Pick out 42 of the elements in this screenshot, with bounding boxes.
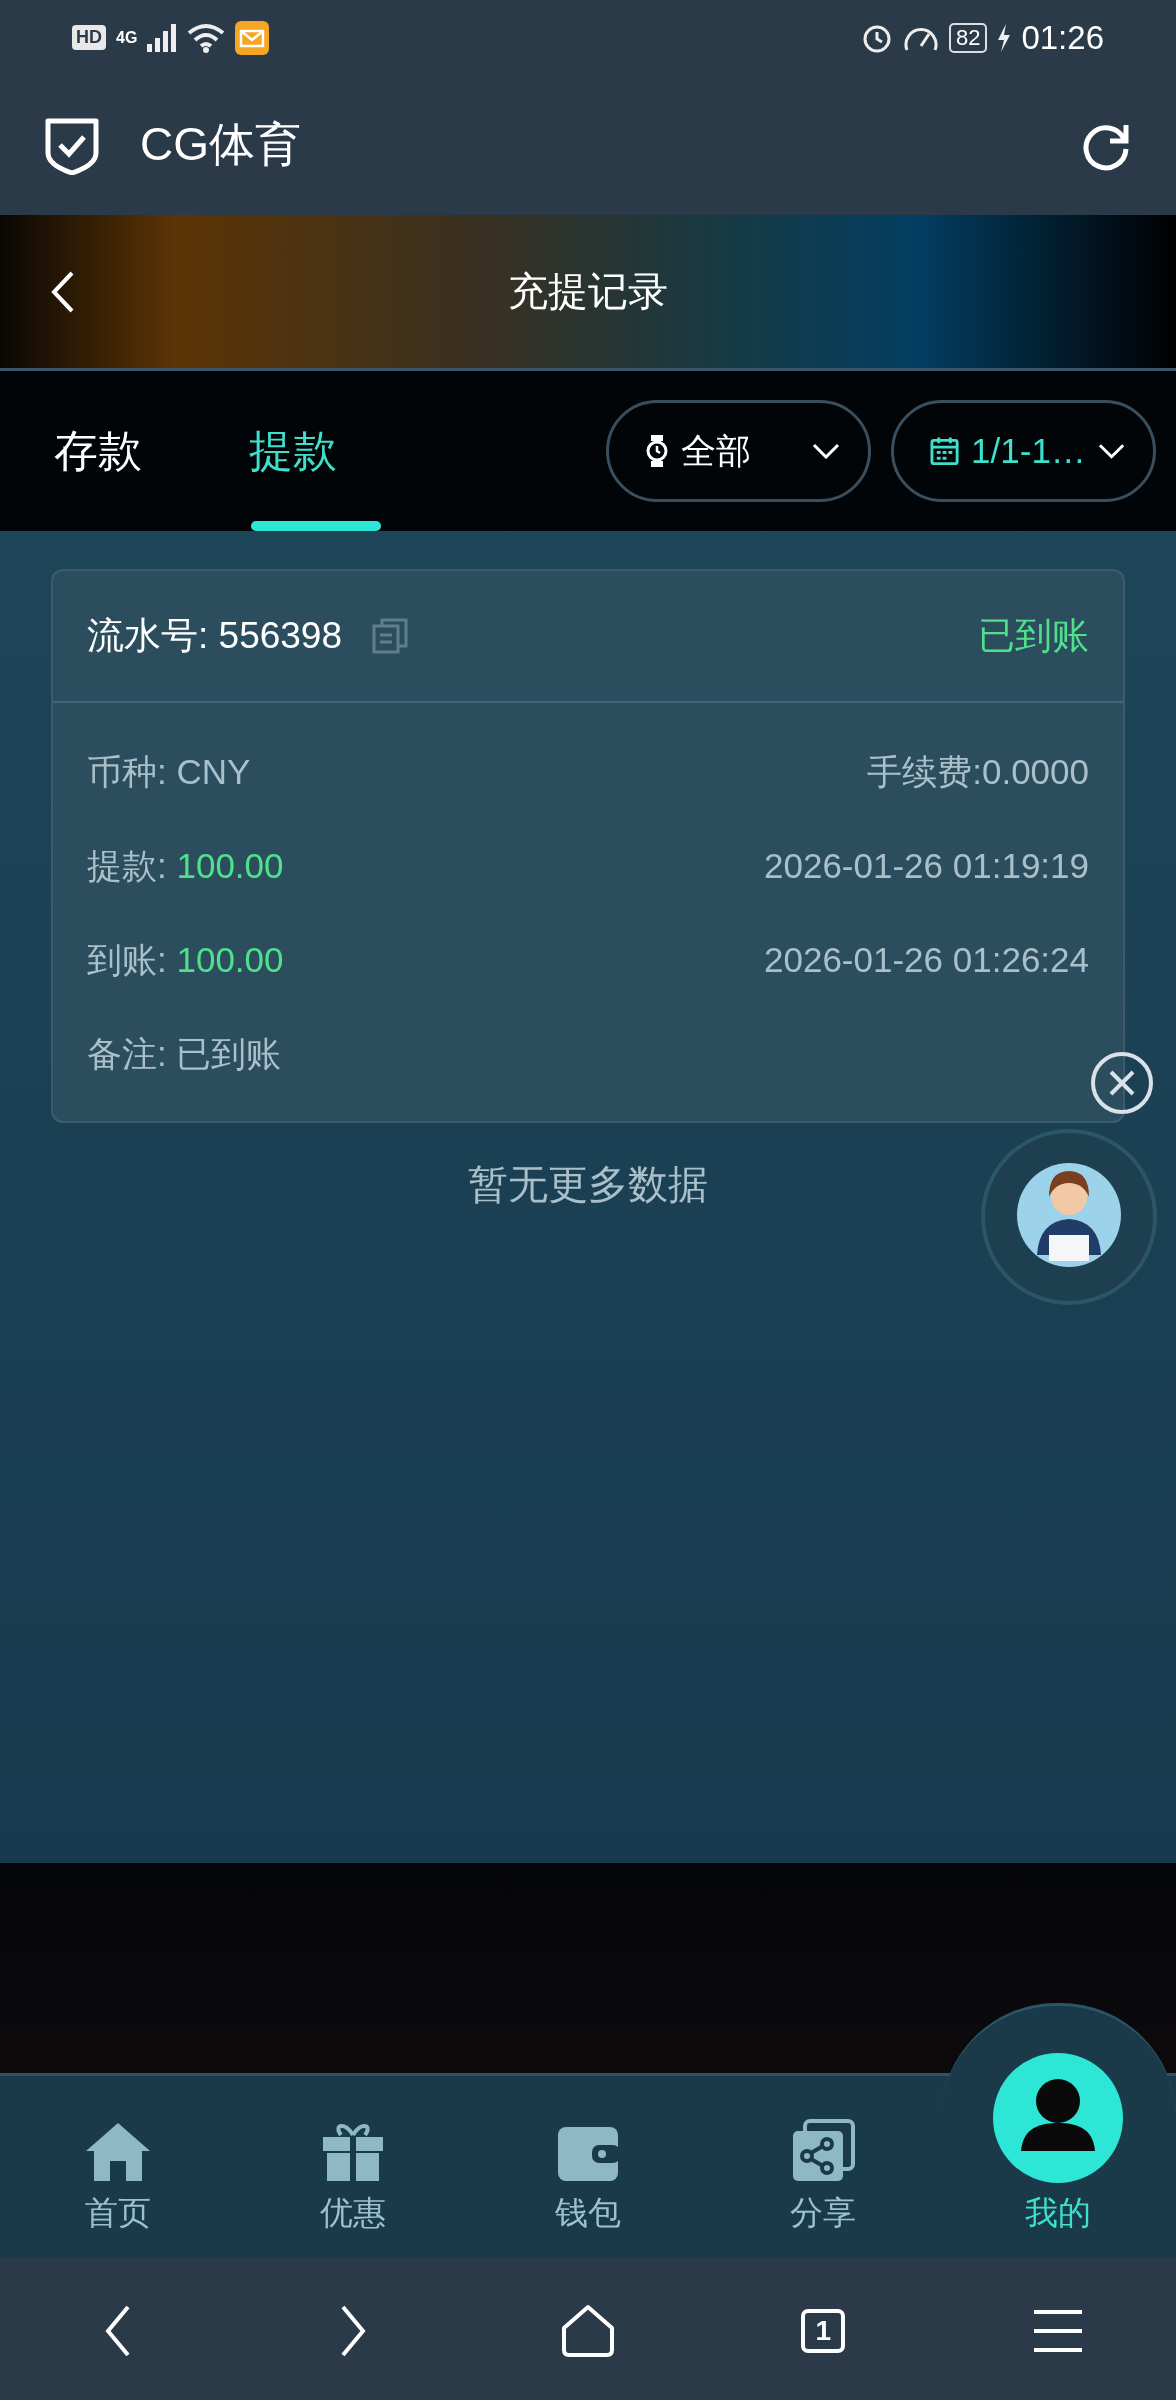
- back-icon[interactable]: [50, 269, 76, 314]
- nav-item[interactable]: 首页: [0, 2076, 236, 2258]
- nav-item[interactable]: 分享: [705, 2076, 941, 2258]
- record-field: 币种: CNY: [87, 748, 251, 796]
- signal-icon: [147, 23, 178, 52]
- wifi-icon: [187, 22, 226, 53]
- mail-icon: [235, 20, 270, 55]
- app-title: CG体育: [140, 117, 301, 172]
- nav-item[interactable]: 钱包: [470, 2076, 706, 2258]
- menu-button[interactable]: [1032, 2308, 1085, 2353]
- browser-home-button[interactable]: [561, 2303, 615, 2358]
- calendar-icon: [930, 436, 960, 466]
- serial-number: 流水号: 556398: [87, 614, 343, 658]
- status-text: 已到账: [978, 614, 1089, 658]
- record-detail: 2026-01-26 01:26:24: [764, 940, 1089, 980]
- charging-icon: [997, 23, 1012, 52]
- tab[interactable]: 提款: [229, 371, 424, 531]
- record-detail: 手续费:0.0000: [867, 750, 1089, 793]
- clock-time: 01:26: [1021, 18, 1104, 57]
- status-filter[interactable]: 全部: [606, 400, 871, 502]
- browser-back-button[interactable]: [103, 2303, 132, 2358]
- no-more-data-text: 暂无更多数据: [467, 1161, 709, 1208]
- watch-icon: [645, 434, 669, 468]
- hd-badge: HD: [72, 25, 106, 50]
- profile-icon: [993, 2053, 1124, 2183]
- battery-level: 82: [948, 22, 988, 53]
- record-detail: 2026-01-26 01:19:19: [764, 846, 1089, 886]
- share-icon: [791, 2119, 856, 2183]
- page-title: 充提记录: [508, 268, 668, 315]
- date-filter[interactable]: 1/1-1…: [891, 400, 1156, 502]
- tab[interactable]: 存款: [34, 371, 229, 531]
- support-agent-icon[interactable]: [979, 1127, 1159, 1307]
- network-label: 4G: [116, 28, 138, 47]
- wallet-icon: [556, 2125, 620, 2183]
- chevron-down-icon: [812, 443, 840, 459]
- record-field: 提款: 100.00: [87, 842, 284, 890]
- record-field: 到账: 100.00: [87, 936, 284, 984]
- nav-item[interactable]: 优惠: [235, 2076, 471, 2258]
- chevron-down-icon: [1097, 443, 1125, 459]
- close-button[interactable]: [1090, 1051, 1154, 1115]
- record-field: 备注: 已到账: [87, 1030, 282, 1078]
- tab-count-button[interactable]: 1: [801, 2308, 846, 2353]
